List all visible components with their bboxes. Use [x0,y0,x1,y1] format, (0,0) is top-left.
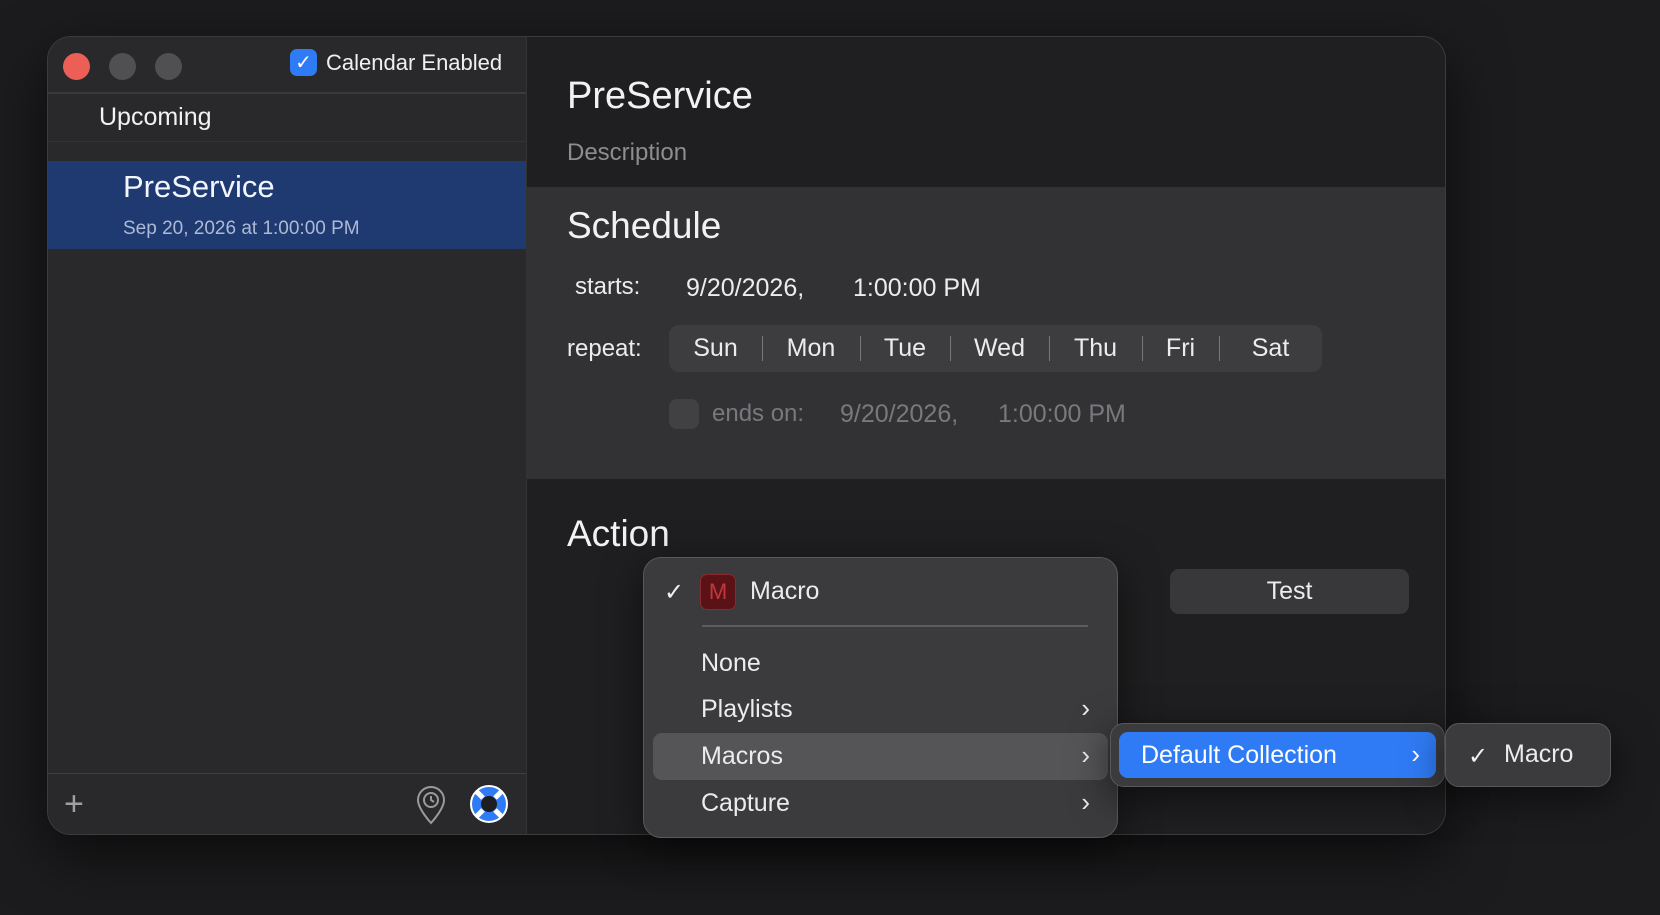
starts-label: starts: [575,273,641,300]
menu-item-label: Macros [701,742,783,770]
day-thu[interactable]: Thu [1049,325,1142,372]
day-mon[interactable]: Mon [762,325,860,372]
day-sun[interactable]: Sun [669,325,762,372]
chevron-right-icon: › [1411,739,1420,769]
checkmark-icon: ✓ [1468,743,1489,770]
menu-item-default-collection[interactable]: Default Collection › [1119,732,1436,778]
ends-date-field[interactable]: 9/20/2026, [840,400,958,429]
menu-divider [702,625,1088,627]
starts-date-field[interactable]: 9/20/2026, [686,274,804,303]
minimize-button[interactable] [109,53,136,80]
menu-item-macro-selected[interactable]: Macro [1504,740,1573,769]
event-date: Sep 20, 2026 at 1:00:00 PM [123,218,360,239]
collection-submenu: ✓ Macro [1445,723,1611,787]
ends-on-checkbox[interactable] [669,399,699,429]
close-button[interactable] [63,53,90,80]
macros-submenu: Default Collection › [1110,723,1445,787]
checkmark-icon[interactable]: ✓ [290,49,317,76]
starts-time-field[interactable]: 1:00:00 PM [853,274,981,303]
add-event-button[interactable]: + [64,787,84,821]
menu-item-macro[interactable]: Macro [750,577,819,606]
calendar-enabled-toggle[interactable]: ✓ Calendar Enabled [290,49,502,76]
repeat-day-selector: Sun Mon Tue Wed Thu Fri Sat [669,325,1322,372]
chevron-right-icon: › [1081,787,1090,817]
test-button[interactable]: Test [1170,569,1409,614]
description-field[interactable]: Description [567,139,687,167]
schedule-section: Schedule starts: 9/20/2026, 1:00:00 PM r… [527,187,1445,479]
day-fri[interactable]: Fri [1142,325,1219,372]
menu-item-playlists[interactable]: Playlists › [653,686,1108,733]
menu-item-label: Playlists [701,695,793,723]
menu-item-label: Default Collection [1141,741,1337,769]
ends-time-field[interactable]: 1:00:00 PM [998,400,1126,429]
ends-on-label: ends on: [712,400,805,427]
list-item[interactable]: PreService Sep 20, 2026 at 1:00:00 PM [48,161,526,249]
event-title-field[interactable]: PreService [567,75,753,118]
zoom-button[interactable] [155,53,182,80]
menu-item-label: Capture [701,789,790,817]
sidebar: ✓ Calendar Enabled Upcoming PreService S… [48,37,527,834]
day-wed[interactable]: Wed [950,325,1049,372]
action-menu: ✓ M Macro None Playlists › Macros › Capt… [643,557,1118,838]
location-clock-icon[interactable] [414,785,448,825]
macro-icon: M [700,574,736,610]
divider [48,92,526,94]
day-sat[interactable]: Sat [1219,325,1322,372]
event-title: PreService [123,169,275,204]
chevron-right-icon: › [1081,693,1090,723]
schedule-heading: Schedule [567,205,722,246]
lifebuoy-icon[interactable] [469,784,509,824]
section-header-upcoming: Upcoming [99,103,212,131]
divider [48,773,526,774]
checkmark-icon: ✓ [664,579,685,606]
menu-item-label: None [701,649,761,677]
repeat-label: repeat: [567,335,642,362]
menu-item-macros[interactable]: Macros › [653,733,1108,780]
chevron-right-icon: › [1081,740,1090,770]
menu-item-none[interactable]: None [653,640,1108,687]
menu-item-capture[interactable]: Capture › [653,780,1108,827]
action-heading: Action [567,513,670,554]
calendar-enabled-label: Calendar Enabled [326,49,503,75]
day-tue[interactable]: Tue [860,325,950,372]
divider [48,141,526,142]
